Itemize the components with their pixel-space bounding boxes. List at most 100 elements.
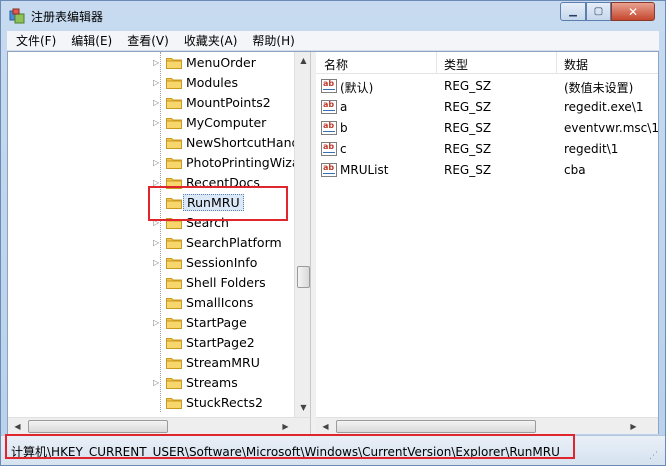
menu-favorites[interactable]: 收藏夹(A) <box>175 32 244 49</box>
minimize-icon: ▁ <box>569 6 577 17</box>
tree-item[interactable]: SmallIcons <box>8 293 298 313</box>
string-value-icon: ab <box>321 121 337 135</box>
value-row[interactable]: ab a REG_SZ regedit.exe\1 <box>316 97 658 118</box>
scroll-right-icon[interactable]: ▶ <box>278 419 293 434</box>
menu-file[interactable]: 文件(F) <box>7 32 62 49</box>
folder-icon <box>166 236 182 249</box>
value-row[interactable]: ab (默认) REG_SZ (数值未设置) <box>316 76 658 97</box>
tree-item[interactable]: ▷ SearchPlatform <box>8 233 298 253</box>
menu-help[interactable]: 帮助(H) <box>243 32 300 49</box>
folder-icon <box>166 296 182 309</box>
highlight-box-status-path <box>5 434 575 459</box>
folder-icon <box>166 316 182 329</box>
folder-icon <box>166 376 182 389</box>
value-row[interactable]: ab c REG_SZ regedit\1 <box>316 139 658 160</box>
window-title: 注册表编辑器 <box>31 10 104 24</box>
tree-item[interactable]: StartPage2 <box>8 333 298 353</box>
tree-item-label: PhotoPrintingWiza <box>186 155 300 170</box>
folder-icon <box>166 76 182 89</box>
tree-item-label: StartPage <box>186 315 247 330</box>
column-separator[interactable] <box>556 52 557 74</box>
expand-arrow-icon[interactable]: ▷ <box>153 378 161 388</box>
tree-horizontal-scroll-thumb[interactable] <box>28 420 168 433</box>
expand-arrow-icon[interactable]: ▷ <box>153 58 161 68</box>
tree-item[interactable]: ▷ Modules <box>8 73 298 93</box>
expand-arrow-icon[interactable]: ▷ <box>153 118 161 128</box>
value-data: eventvwr.msc\1 <box>564 121 658 135</box>
tree-item[interactable]: NewShortcutHand <box>8 133 299 153</box>
value-type: REG_SZ <box>444 100 492 114</box>
tree-horizontal-scrollbar[interactable]: ◀ ▶ <box>8 417 310 434</box>
string-value-icon: ab <box>321 79 337 93</box>
scroll-up-icon[interactable]: ▲ <box>296 53 310 68</box>
folder-icon <box>166 156 182 169</box>
menu-bar: 文件(F) 编辑(E) 查看(V) 收藏夹(A) 帮助(H) <box>7 31 659 51</box>
expand-arrow-icon[interactable]: ▷ <box>153 238 161 248</box>
expand-arrow-icon[interactable]: ▷ <box>153 78 161 88</box>
tree-item-label: SmallIcons <box>186 295 254 310</box>
list-horizontal-scroll-thumb[interactable] <box>336 420 536 433</box>
string-value-icon: ab <box>321 163 337 177</box>
close-button[interactable]: ✕ <box>611 2 655 21</box>
folder-icon <box>166 396 182 409</box>
tree-item[interactable]: ▷ SessionInfo <box>8 253 298 273</box>
value-data: (数值未设置) <box>564 81 634 95</box>
tree-item[interactable]: ▷ PhotoPrintingWiza <box>8 153 300 173</box>
tree-item-label: SessionInfo <box>186 255 258 270</box>
tree-item[interactable]: ▷ MountPoints2 <box>8 93 298 113</box>
folder-icon <box>166 356 182 369</box>
tree-item[interactable]: Shell Folders <box>8 273 298 293</box>
value-row[interactable]: ab b REG_SZ eventvwr.msc\1 <box>316 118 658 139</box>
folder-icon <box>166 136 182 149</box>
scroll-left-icon[interactable]: ◀ <box>318 419 333 434</box>
scroll-left-icon[interactable]: ◀ <box>10 419 25 434</box>
folder-icon <box>166 256 182 269</box>
tree-item-label: SearchPlatform <box>186 235 282 250</box>
tree-item[interactable]: ▷ MenuOrder <box>8 53 298 73</box>
list-header: 名称 类型 数据 <box>316 52 658 74</box>
tree-item[interactable]: StuckRects2 <box>8 393 298 413</box>
tree-item[interactable]: StreamMRU <box>8 353 298 373</box>
expand-arrow-icon[interactable]: ▷ <box>153 98 161 108</box>
value-data: regedit.exe\1 <box>564 100 644 114</box>
tree-item-label: Shell Folders <box>186 275 266 290</box>
menu-edit[interactable]: 编辑(E) <box>62 32 118 49</box>
expand-arrow-icon[interactable]: ▷ <box>153 318 161 328</box>
maximize-button[interactable]: ▢ <box>586 2 611 21</box>
tree-item-label: StreamMRU <box>186 355 260 370</box>
tree-item-label: Streams <box>186 375 238 390</box>
tree-item-label: StuckRects2 <box>186 395 263 410</box>
tree-item-label: MountPoints2 <box>186 95 271 110</box>
scroll-right-icon[interactable]: ▶ <box>626 419 641 434</box>
value-name: a <box>340 100 348 114</box>
tree-vertical-scroll-thumb[interactable] <box>297 266 310 288</box>
registry-editor-window: 注册表编辑器 ▁ ▢ ✕ 文件(F) 编辑(E) 查看(V) 收藏夹(A) 帮助… <box>0 0 666 466</box>
string-value-icon: ab <box>321 142 337 156</box>
value-name: b <box>340 121 348 135</box>
value-type: REG_SZ <box>444 163 492 177</box>
tree-vertical-scrollbar[interactable]: ▲ ▼ <box>294 52 310 417</box>
expand-arrow-icon[interactable]: ▷ <box>153 258 161 268</box>
value-name: MRUList <box>340 163 389 177</box>
menu-view[interactable]: 查看(V) <box>118 32 175 49</box>
tree-item[interactable]: ▷ Streams <box>8 373 298 393</box>
value-type: REG_SZ <box>444 142 492 156</box>
main-content: ▷ MenuOrder ▷ Modules ▷ MountPoints2 ▷ MyComput… <box>7 51 659 435</box>
scroll-down-icon[interactable]: ▼ <box>296 400 310 415</box>
tree-item-label: MyComputer <box>186 115 267 130</box>
column-header-name[interactable]: 名称 <box>324 56 348 73</box>
column-separator[interactable] <box>436 52 437 74</box>
value-row[interactable]: ab MRUList REG_SZ cba <box>316 160 658 181</box>
string-value-icon: ab <box>321 100 337 114</box>
folder-icon <box>166 336 182 349</box>
resize-grip-icon[interactable]: ⋰ <box>649 450 661 462</box>
folder-icon <box>166 276 182 289</box>
list-horizontal-scrollbar[interactable]: ◀ ▶ <box>316 417 658 434</box>
minimize-button[interactable]: ▁ <box>560 2 586 21</box>
column-header-data[interactable]: 数据 <box>564 56 588 73</box>
tree-item[interactable]: ▷ MyComputer <box>8 113 298 133</box>
maximize-icon: ▢ <box>593 6 604 17</box>
tree-item[interactable]: ▷ StartPage <box>8 313 298 333</box>
expand-arrow-icon[interactable]: ▷ <box>153 158 161 168</box>
column-header-type[interactable]: 类型 <box>444 56 468 73</box>
